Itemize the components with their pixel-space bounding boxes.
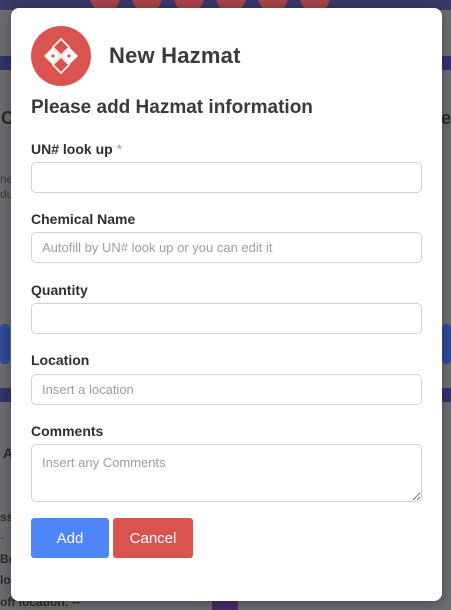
un-lookup-label: UN# look up *: [31, 141, 122, 157]
background-text: lo: [0, 573, 11, 587]
background-button: [0, 324, 10, 364]
comments-textarea[interactable]: [31, 444, 422, 502]
cancel-button[interactable]: Cancel: [113, 518, 193, 558]
location-label: Location: [31, 352, 90, 368]
quantity-label: Quantity: [31, 282, 88, 298]
background-text: e: [441, 108, 451, 128]
chemical-name-input[interactable]: [31, 232, 422, 263]
un-lookup-label-text: UN# look up: [31, 141, 113, 157]
un-lookup-input[interactable]: [31, 162, 422, 193]
modal-subtitle: Please add Hazmat information: [31, 97, 313, 118]
location-input[interactable]: [31, 374, 422, 405]
modal-header: New Hazmat: [31, 26, 241, 86]
background-text: -: [0, 530, 4, 544]
chemical-name-label: Chemical Name: [31, 211, 136, 227]
quantity-input[interactable]: [31, 303, 422, 334]
comments-label: Comments: [31, 423, 104, 439]
modal-title: New Hazmat: [109, 43, 241, 68]
background-button: [442, 324, 451, 364]
add-button[interactable]: Add: [31, 518, 109, 558]
new-hazmat-modal: New Hazmat Please add Hazmat information…: [11, 8, 442, 601]
hazmat-diamond-icon: [31, 26, 91, 86]
required-marker: *: [116, 141, 123, 157]
